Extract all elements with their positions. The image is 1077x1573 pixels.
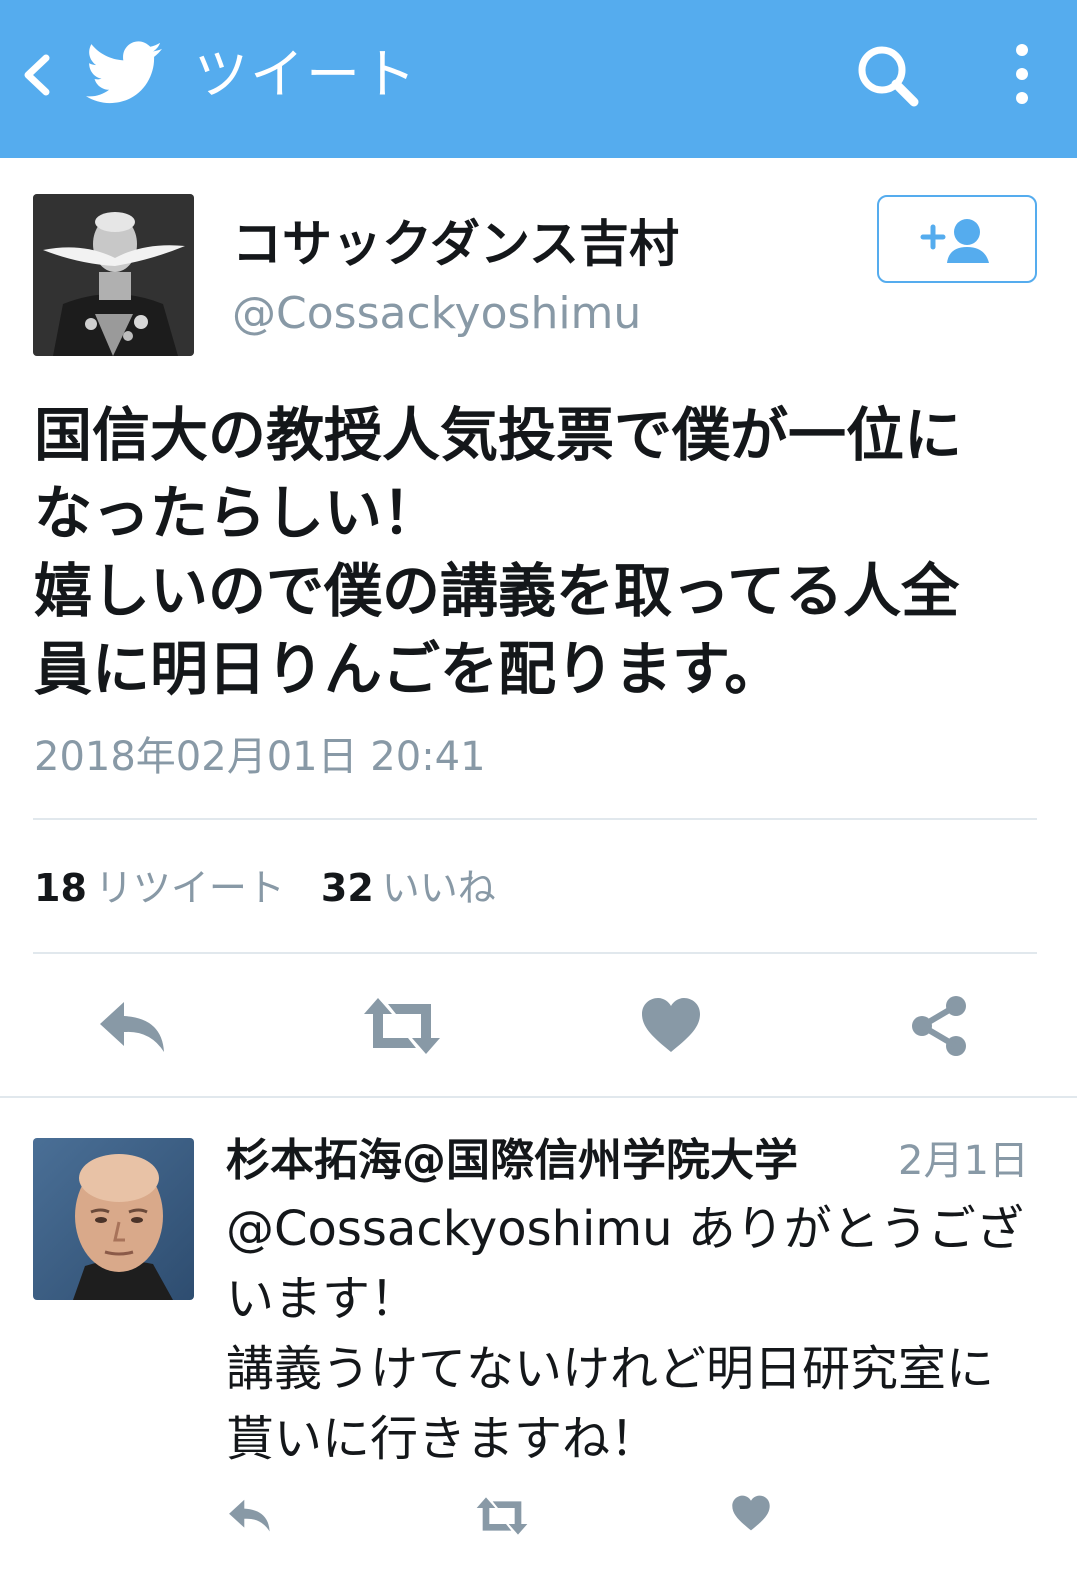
like-label[interactable]: いいね (382, 866, 496, 910)
follow-button[interactable] (877, 195, 1037, 283)
like-count[interactable]: 32 (321, 866, 374, 910)
like-icon[interactable] (731, 1494, 771, 1532)
share-icon[interactable] (908, 994, 970, 1058)
reply-text: @Cossackyoshimu ありがとうござ います！ 講義うけてないけれど明… (226, 1194, 1046, 1474)
avatar[interactable] (33, 1138, 194, 1300)
retweet-icon[interactable] (476, 1497, 528, 1535)
display-name[interactable]: コサックダンス吉村 (232, 208, 679, 280)
search-icon[interactable] (852, 40, 924, 112)
reply-date: 2月1日 (898, 1138, 1029, 1184)
tweet-text: 国信大の教授人気投票で僕が一位に なったらしい！ 嬉しいので僕の講義を取ってる人… (34, 401, 963, 703)
twitter-bird-icon (86, 41, 162, 104)
reply-icon[interactable] (96, 996, 170, 1056)
avatar[interactable] (33, 194, 194, 356)
reply-icon[interactable] (226, 1496, 274, 1534)
divider (33, 952, 1037, 954)
follow-user-icon (920, 219, 989, 263)
app-bar: ツイート (0, 0, 1077, 158)
page-title: ツイート (194, 43, 418, 106)
more-vertical-icon[interactable] (1002, 40, 1042, 112)
retweet-icon[interactable] (364, 998, 440, 1054)
like-icon[interactable] (640, 996, 702, 1054)
back-arrow-icon[interactable] (16, 50, 56, 100)
reply-display-name[interactable]: 杉本拓海@国際信州学院大学 (226, 1132, 798, 1190)
divider (33, 818, 1037, 820)
user-handle[interactable]: @Cossackyoshimu (232, 286, 641, 342)
tweet-timestamp: 2018年02月01日 20:41 (34, 734, 486, 780)
tweet-stats: 18 リツイート 32 いいね (34, 860, 496, 916)
divider (0, 1096, 1077, 1098)
retweet-count[interactable]: 18 (34, 866, 87, 910)
retweet-label[interactable]: リツイート (95, 866, 285, 910)
reply-mention[interactable]: @Cossackyoshimu (226, 1201, 673, 1257)
